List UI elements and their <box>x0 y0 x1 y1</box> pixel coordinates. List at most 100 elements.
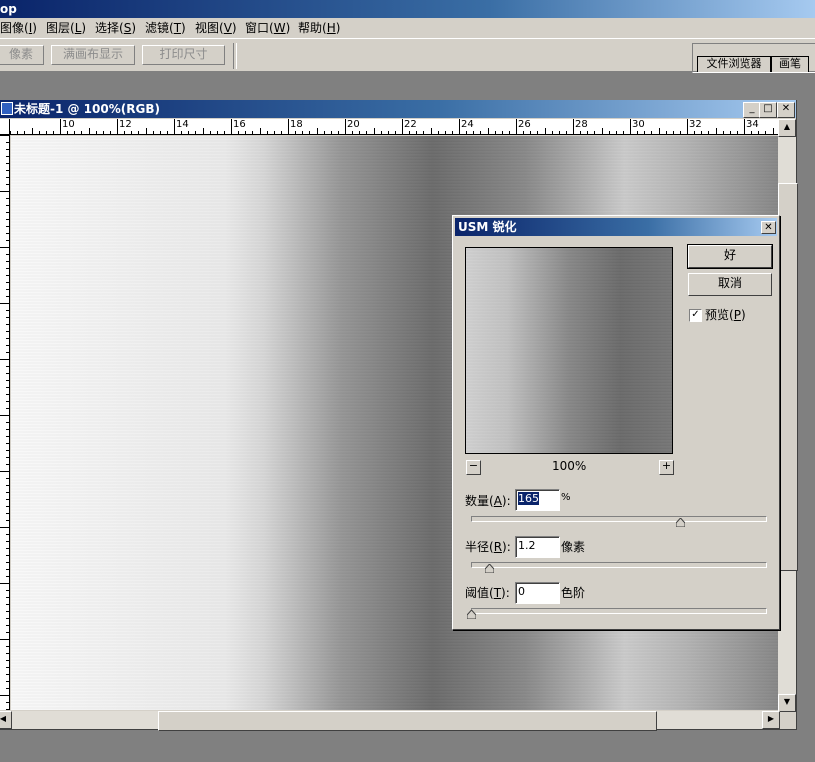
ruler-tick <box>0 303 9 304</box>
menu-window[interactable]: 窗口(W) <box>245 18 290 38</box>
close-icon[interactable]: ✕ <box>777 102 795 118</box>
amount-slider-thumb[interactable] <box>675 518 685 527</box>
palette-well: 文件浏览器 画笔 <box>692 43 815 73</box>
ruler-tick <box>6 688 9 689</box>
ruler-tick <box>6 212 9 213</box>
cancel-button[interactable]: 取消 <box>688 273 772 296</box>
ruler-tick <box>722 131 724 134</box>
vertical-scroll-thumb[interactable] <box>778 183 798 571</box>
ruler-tick <box>6 170 9 171</box>
radius-input[interactable]: 1.2 <box>515 536 560 558</box>
tab-file-browser[interactable]: 文件浏览器 <box>697 56 771 72</box>
ruler-tick <box>6 485 9 486</box>
ruler-tick <box>152 131 154 134</box>
menu-image[interactable]: 图像(I) <box>0 18 37 38</box>
ruler-label: 30 <box>632 119 645 130</box>
menu-view[interactable]: 视图(V) <box>195 18 237 38</box>
document-title: 未标题-1 @ 100%(RGB) <box>14 102 160 116</box>
ruler-tick <box>6 569 9 570</box>
ruler-tick <box>117 119 118 134</box>
threshold-slider-track[interactable] <box>471 608 767 614</box>
zoom-out-icon[interactable]: − <box>466 460 481 475</box>
ruler-tick <box>701 131 703 134</box>
ruler-tick <box>60 119 61 134</box>
preview-checkbox[interactable]: ✓ <box>689 309 702 322</box>
ruler-tick <box>6 149 9 150</box>
radius-slider-thumb[interactable] <box>484 564 494 573</box>
radius-label: 半径(R): <box>465 540 511 554</box>
maximize-icon[interactable]: □ <box>759 102 777 118</box>
amount-label: 数量(A): <box>465 494 511 508</box>
zoom-in-icon[interactable]: + <box>659 460 674 475</box>
ruler-tick <box>715 128 717 134</box>
menu-select[interactable]: 选择(S) <box>95 18 136 38</box>
ruler-tick <box>6 499 9 500</box>
ruler-tick <box>74 131 76 134</box>
ruler-origin[interactable] <box>0 119 10 135</box>
ruler-tick <box>6 198 9 199</box>
print-size-button[interactable]: 打印尺寸 <box>142 45 225 65</box>
ruler-tick <box>166 131 168 134</box>
ruler-tick <box>751 131 753 134</box>
tab-brushes[interactable]: 画笔 <box>771 56 809 72</box>
ruler-tick <box>6 282 9 283</box>
preview-zoom-level: 100% <box>552 459 587 473</box>
ruler-tick <box>0 583 9 584</box>
vertical-scrollbar[interactable]: ▲ ▼ <box>778 119 798 712</box>
ruler-tick <box>6 310 9 311</box>
ruler-tick <box>366 131 368 134</box>
actual-pixels-button[interactable]: 像素 <box>0 45 44 65</box>
ruler-tick <box>6 590 9 591</box>
vertical-ruler[interactable] <box>0 135 10 710</box>
ruler-tick <box>409 131 411 134</box>
ruler-tick <box>195 131 197 134</box>
ruler-tick <box>551 131 553 134</box>
ruler-tick <box>6 457 9 458</box>
ruler-tick <box>6 702 9 703</box>
ruler-tick <box>138 131 140 134</box>
scroll-right-icon[interactable]: ▶ <box>762 711 780 729</box>
ruler-tick <box>6 387 9 388</box>
ruler-tick <box>6 597 9 598</box>
fit-on-screen-button[interactable]: 满画布显示 <box>51 45 135 65</box>
document-title-bar[interactable]: 未标题-1 @ 100%(RGB) _ □ ✕ <box>0 100 796 118</box>
threshold-slider-thumb[interactable] <box>467 610 476 619</box>
ok-button[interactable]: 好 <box>687 244 773 269</box>
ruler-tick <box>6 394 9 395</box>
ruler-tick <box>637 131 639 134</box>
ruler-label: 12 <box>119 119 132 130</box>
dialog-title-bar[interactable]: USM 锐化 ✕ <box>455 218 777 236</box>
ruler-tick <box>444 131 446 134</box>
radius-unit: 像素 <box>561 540 586 554</box>
scroll-left-icon[interactable]: ◀ <box>0 711 12 729</box>
ruler-label: 20 <box>347 119 360 130</box>
radius-slider-track[interactable] <box>471 562 767 568</box>
dialog-close-icon[interactable]: ✕ <box>761 221 776 234</box>
menu-layer[interactable]: 图层(L) <box>46 18 86 38</box>
ruler-tick <box>95 131 97 134</box>
amount-input[interactable]: 165 <box>515 489 560 511</box>
threshold-input[interactable]: 0 <box>515 582 560 604</box>
ruler-tick <box>88 128 90 134</box>
ruler-tick <box>6 646 9 647</box>
ruler-tick <box>758 131 760 134</box>
horizontal-ruler[interactable]: 10 12 14 16 18 20 22 24 26 28 30 32 34 <box>10 119 778 135</box>
ruler-tick <box>109 131 111 134</box>
ruler-label: 22 <box>404 119 417 130</box>
filter-preview-pane[interactable] <box>465 247 673 454</box>
ruler-tick <box>38 131 40 134</box>
amount-slider-track[interactable] <box>471 516 767 522</box>
ruler-tick <box>6 548 9 549</box>
ruler-label: 10 <box>62 119 75 130</box>
menu-help[interactable]: 帮助(H) <box>298 18 340 38</box>
ruler-tick <box>259 128 261 134</box>
horizontal-scroll-thumb[interactable] <box>158 711 657 731</box>
menu-filter[interactable]: 滤镜(T) <box>145 18 186 38</box>
ruler-tick <box>0 471 9 472</box>
scroll-up-icon[interactable]: ▲ <box>778 119 796 137</box>
ruler-tick <box>6 380 9 381</box>
ruler-tick <box>508 131 510 134</box>
ruler-tick <box>6 163 9 164</box>
horizontal-scrollbar[interactable]: ◀ ▶ <box>0 711 780 731</box>
scroll-down-icon[interactable]: ▼ <box>778 694 796 712</box>
